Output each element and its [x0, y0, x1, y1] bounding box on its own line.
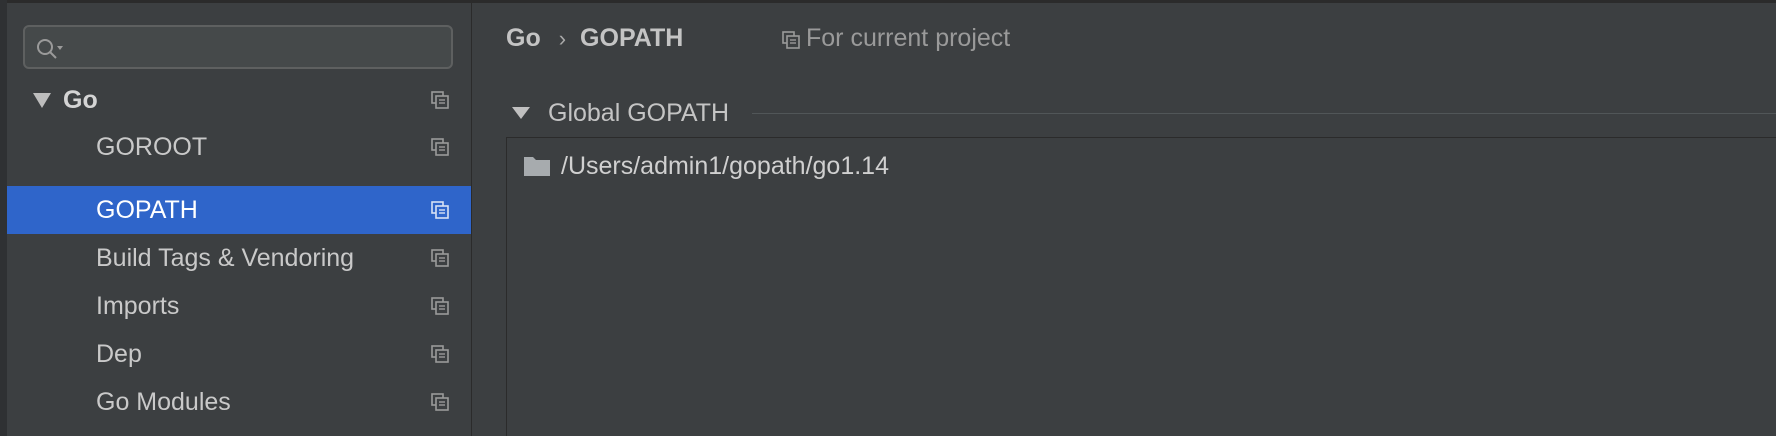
- settings-sidebar: Go GOROOT GOPATH Build Tags & Vendoring: [7, 3, 472, 436]
- tree-item-go[interactable]: Go: [7, 76, 471, 124]
- scope-note-text: For current project: [806, 24, 1011, 52]
- project-scope-icon: [431, 345, 449, 363]
- tree-item-label: Go: [63, 86, 98, 114]
- tree-item-label: Dep: [96, 340, 142, 368]
- tree-item-goroot[interactable]: GOROOT: [7, 123, 471, 171]
- project-scope-icon: [431, 138, 449, 156]
- project-scope-icon: [782, 31, 800, 49]
- collapse-arrow-icon[interactable]: [512, 107, 530, 119]
- project-scope-icon: [431, 201, 449, 219]
- tree-item-label: Imports: [96, 292, 180, 320]
- scope-note: For current project: [782, 21, 1010, 55]
- tree-item-label: GOROOT: [96, 133, 208, 161]
- section-divider: [752, 113, 1776, 114]
- window-left-edge: [0, 0, 7, 436]
- breadcrumb-separator: ›: [558, 26, 567, 51]
- expand-arrow-icon[interactable]: [33, 93, 51, 108]
- settings-content: Go › GOPATH For current project Global GOP…: [472, 3, 1776, 436]
- folder-icon: [524, 157, 550, 176]
- breadcrumb: Go › GOPATH: [506, 21, 683, 56]
- breadcrumb-current: GOPATH: [580, 24, 684, 52]
- tree-item-imports[interactable]: Imports: [7, 282, 471, 330]
- tree-item-go-modules[interactable]: Go Modules: [7, 378, 471, 426]
- project-scope-icon: [431, 249, 449, 267]
- tree-item-build-tags[interactable]: Build Tags & Vendoring: [7, 234, 471, 282]
- tree-item-gopath[interactable]: GOPATH: [7, 186, 471, 234]
- project-scope-icon: [431, 297, 449, 315]
- tree-item-label: GOPATH: [96, 196, 198, 224]
- path-value: /Users/admin1/gopath/go1.14: [561, 152, 889, 180]
- section-title[interactable]: Global GOPATH: [548, 96, 729, 130]
- tree-item-dep[interactable]: Dep: [7, 330, 471, 378]
- search-icon: [37, 39, 63, 59]
- tree-item-label: Go Modules: [96, 388, 231, 416]
- tree-item-label: Build Tags & Vendoring: [96, 244, 355, 272]
- breadcrumb-parent[interactable]: Go: [506, 24, 541, 52]
- gopath-list[interactable]: /Users/admin1/gopath/go1.14: [506, 137, 1776, 436]
- project-scope-icon: [431, 393, 449, 411]
- search-input[interactable]: [23, 25, 453, 69]
- project-scope-icon: [431, 91, 449, 109]
